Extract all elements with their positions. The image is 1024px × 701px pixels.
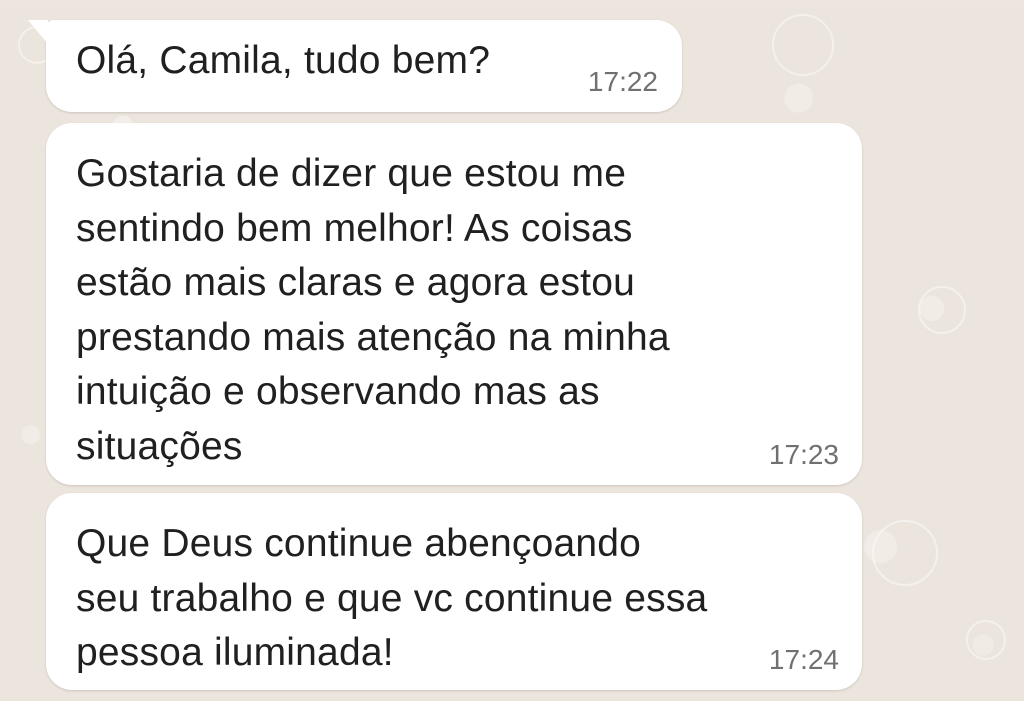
message-timestamp: 17:23 — [768, 439, 839, 470]
message-text: Gostaria de dizer que estou me sentindo … — [76, 152, 670, 468]
incoming-message-bubble[interactable]: Gostaria de dizer que estou me sentindo … — [46, 123, 862, 485]
incoming-message-bubble[interactable]: Que Deus continue abençoando seu trabalh… — [46, 493, 862, 690]
message-timestamp: 17:22 — [587, 66, 658, 97]
message-text: Que Deus continue abençoando seu trabalh… — [76, 522, 708, 674]
message-text: Olá, Camila, tudo bem? — [76, 39, 491, 82]
incoming-message-bubble[interactable]: Olá, Camila, tudo bem? 17:22 — [28, 20, 682, 112]
message-timestamp: 17:24 — [768, 644, 839, 675]
message-list[interactable]: Olá, Camila, tudo bem? 17:22 Gostaria de… — [0, 0, 1024, 701]
